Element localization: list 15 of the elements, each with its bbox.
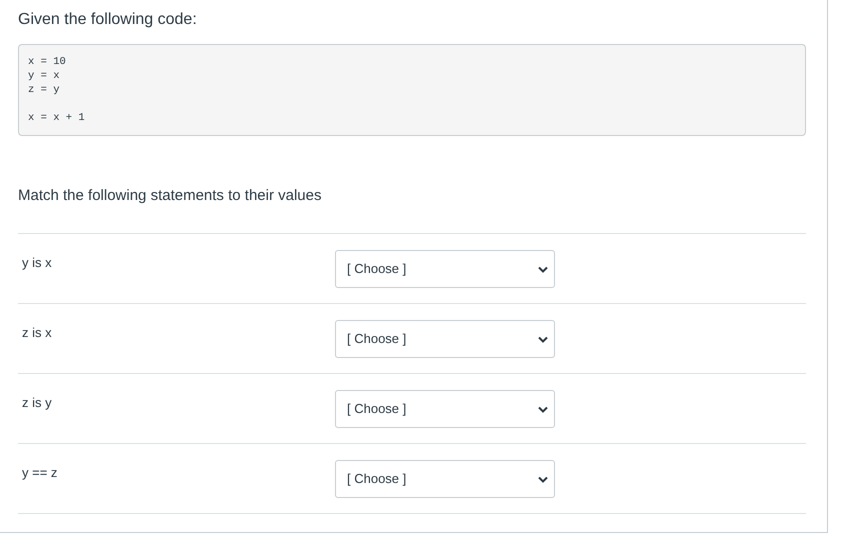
chevron-down-icon [538,476,548,482]
answer-dropdown[interactable]: [ Choose ] [335,460,555,498]
statement-label: y == z [22,465,58,481]
chevron-down-icon [538,336,548,342]
answer-dropdown[interactable]: [ Choose ] [335,250,555,288]
chevron-down-icon [538,406,548,412]
code-block: x = 10 y = x z = y x = x + 1 [18,44,806,136]
statement-label: z is y [22,395,53,411]
statement-label: y is x [22,255,53,271]
question-intro: Given the following code: [18,10,198,30]
chevron-down-icon [538,266,548,272]
match-prompt: Match the following statements to their values [18,186,322,206]
statement-label: z is x [22,325,53,341]
answer-dropdown[interactable]: [ Choose ] [335,320,555,358]
answer-dropdown[interactable]: [ Choose ] [335,390,555,428]
